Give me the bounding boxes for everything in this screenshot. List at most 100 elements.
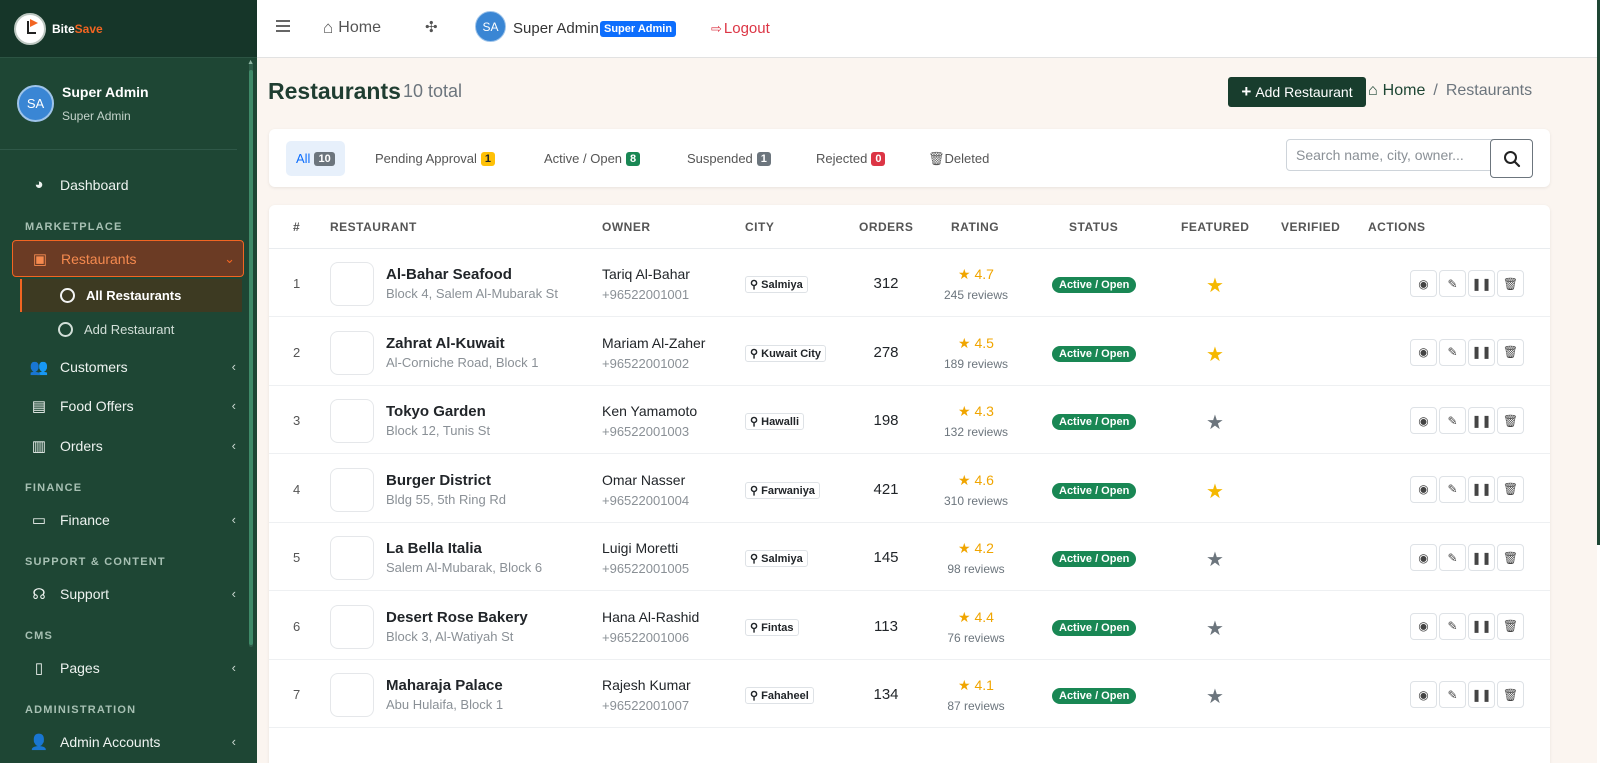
suspend-button[interactable]: ❚❚	[1468, 681, 1495, 708]
sidebar-item-label: Customers	[60, 358, 128, 375]
scroll-up-icon[interactable]: ▲	[247, 59, 254, 66]
view-button[interactable]: ◉	[1410, 612, 1437, 640]
view-button[interactable]: ◉	[1410, 270, 1437, 297]
sidebar-subitem-add-restaurant[interactable]: Add Restaurant	[20, 313, 242, 346]
owner-name: Hana Al-Rashid	[602, 608, 700, 625]
star-filled-icon[interactable]: ★	[1206, 479, 1224, 504]
delete-button[interactable]: 🗑	[1497, 270, 1524, 297]
edit-button[interactable]: ✎	[1439, 612, 1466, 640]
sidebar-item-restaurants[interactable]: ▣ Restaurants ⌄	[12, 240, 244, 277]
box-open-icon: ▤	[31, 397, 47, 415]
star-filled-icon[interactable]: ★	[1206, 342, 1224, 367]
suspend-button[interactable]: ❚❚	[1468, 407, 1495, 434]
restaurant-name[interactable]: Al-Bahar Seafood	[386, 266, 512, 283]
sidebar-subitem-all-restaurants[interactable]: All Restaurants	[20, 279, 242, 312]
tab-pending-approval[interactable]: Pending Approval 1	[365, 141, 505, 176]
sidebar-subitem-label: Add Restaurant	[84, 322, 175, 337]
delete-button[interactable]: 🗑	[1497, 681, 1524, 708]
suspend-button[interactable]: ❚❚	[1468, 544, 1495, 571]
sidebar-item-orders[interactable]: ▥ Orders ‹	[12, 427, 244, 464]
star-filled-icon[interactable]: ★	[1206, 273, 1224, 298]
sidebar-item-support[interactable]: ☊ Support ‹	[12, 575, 244, 612]
sidebar-item-customers[interactable]: 👥 Customers ‹	[12, 348, 244, 385]
edit-button[interactable]: ✎	[1439, 475, 1466, 503]
top-user-name[interactable]: Super Admin	[513, 20, 599, 37]
restaurant-name[interactable]: Tokyo Garden	[386, 403, 486, 420]
sidebar-item-food-offers[interactable]: ▤ Food Offers ‹	[12, 387, 244, 424]
suspend-button[interactable]: ❚❚	[1468, 270, 1495, 297]
suspend-button[interactable]: ❚❚	[1468, 338, 1495, 366]
view-button[interactable]: ◉	[1410, 338, 1437, 366]
view-button[interactable]: ◉	[1410, 544, 1437, 571]
edit-icon: ✎	[1447, 482, 1458, 496]
tab-deleted[interactable]: 🗑 Deleted	[918, 141, 999, 176]
restaurant-name[interactable]: Maharaja Palace	[386, 677, 503, 694]
city-badge: ⚲ Farwaniya	[745, 481, 820, 499]
home-icon[interactable]: ⌂	[1368, 82, 1378, 100]
search-input[interactable]	[1286, 139, 1493, 171]
sidebar-user-panel[interactable]: SA Super Admin Super Admin	[0, 58, 237, 150]
brand[interactable]: BiteSave	[0, 0, 257, 58]
view-button[interactable]: ◉	[1410, 407, 1437, 434]
logout-link[interactable]: ⇨ Logout	[711, 20, 770, 37]
chevron-down-icon: ⌄	[224, 250, 235, 266]
star-gray-icon[interactable]: ★	[1206, 547, 1224, 572]
table-row[interactable]: 6 Desert Rose Bakery Block 3, Al-Watiyah S…	[269, 592, 1550, 660]
delete-button[interactable]: 🗑	[1497, 475, 1524, 503]
delete-button[interactable]: 🗑	[1497, 612, 1524, 640]
edit-button[interactable]: ✎	[1439, 407, 1466, 434]
view-button[interactable]: ◉	[1410, 681, 1437, 708]
delete-button[interactable]: 🗑	[1497, 338, 1524, 366]
column-header-orders: ORDERS	[859, 220, 914, 234]
tab-rejected[interactable]: Rejected 0	[806, 141, 895, 176]
table-row[interactable]: 2 Zahrat Al-Kuwait Al-Corniche Road, Block…	[269, 318, 1550, 386]
sidebar-item-finance[interactable]: ▭ Finance ‹	[12, 501, 244, 538]
sidebar-scrollbar[interactable]	[249, 70, 253, 645]
edit-button[interactable]: ✎	[1439, 544, 1466, 571]
avatar[interactable]: SA	[475, 11, 506, 42]
sidebar-item-dashboard[interactable]: ◕ Dashboard	[12, 166, 244, 203]
restaurant-name[interactable]: Desert Rose Bakery	[386, 609, 528, 626]
table-row[interactable]: 7 Maharaja Palace Abu Hulaifa, Block 1 Raje…	[269, 660, 1550, 728]
search-button[interactable]	[1490, 139, 1533, 178]
view-button[interactable]: ◉	[1410, 475, 1437, 503]
add-restaurant-button[interactable]: + Add Restaurant	[1228, 77, 1366, 107]
table-row[interactable]: 4 Burger District Bldg 55, 5th Ring Rd Omar…	[269, 455, 1550, 523]
role-badge: Super Admin	[600, 21, 677, 37]
city-label: Fintas	[761, 621, 794, 634]
restaurant-name[interactable]: La Bella Italia	[386, 540, 482, 557]
table-row[interactable]: 1 Al-Bahar Seafood Block 4, Salem Al-Mubar…	[269, 249, 1550, 317]
suspend-button[interactable]: ❚❚	[1468, 612, 1495, 640]
tab-all[interactable]: All 10	[286, 141, 345, 176]
edit-button[interactable]: ✎	[1439, 338, 1466, 366]
sidebar-item-admin-accounts[interactable]: 👤 Admin Accounts ‹	[12, 723, 244, 760]
pause-icon: ❚❚	[1471, 345, 1492, 359]
sidebar-item-label: Orders	[60, 437, 103, 454]
sidebar-item-pages[interactable]: ▯ Pages ‹	[12, 649, 244, 686]
restaurant-address: Bldg 55, 5th Ring Rd	[386, 491, 506, 507]
delete-button[interactable]: 🗑	[1497, 407, 1524, 434]
tab-active-open[interactable]: Active / Open 8	[534, 141, 650, 176]
restaurant-name[interactable]: Zahrat Al-Kuwait	[386, 335, 505, 352]
hamburger-menu-icon[interactable]	[276, 20, 290, 35]
delete-button[interactable]: 🗑	[1497, 544, 1524, 571]
suspend-button[interactable]: ❚❚	[1468, 475, 1495, 503]
star-gray-icon[interactable]: ★	[1206, 410, 1224, 435]
edit-button[interactable]: ✎	[1439, 681, 1466, 708]
star-gray-icon[interactable]: ★	[1206, 684, 1224, 709]
table-row[interactable]: 5 La Bella Italia Salem Al-Mubarak, Block …	[269, 523, 1550, 591]
top-home-link[interactable]: ⌂ Home	[323, 18, 381, 38]
restaurant-name[interactable]: Burger District	[386, 472, 491, 489]
star-gray-icon[interactable]: ★	[1206, 616, 1224, 641]
tab-suspended[interactable]: Suspended 1	[677, 141, 781, 176]
trash-icon: 🗑	[928, 150, 945, 166]
section-administration: ADMINISTRATION	[25, 704, 137, 716]
fullscreen-icon[interactable]: ✣	[425, 18, 438, 36]
breadcrumb-home[interactable]: Home	[1383, 82, 1426, 100]
sidebar-item-label: Dashboard	[60, 176, 129, 193]
edit-button[interactable]: ✎	[1439, 270, 1466, 297]
table-row[interactable]: 3 Tokyo Garden Block 12, Tunis St Ken Yamam…	[269, 386, 1550, 454]
map-pin-icon: ⚲	[750, 416, 762, 428]
rating-value: ★ 4.6	[958, 471, 994, 488]
chevron-left-icon: ‹	[231, 438, 236, 453]
